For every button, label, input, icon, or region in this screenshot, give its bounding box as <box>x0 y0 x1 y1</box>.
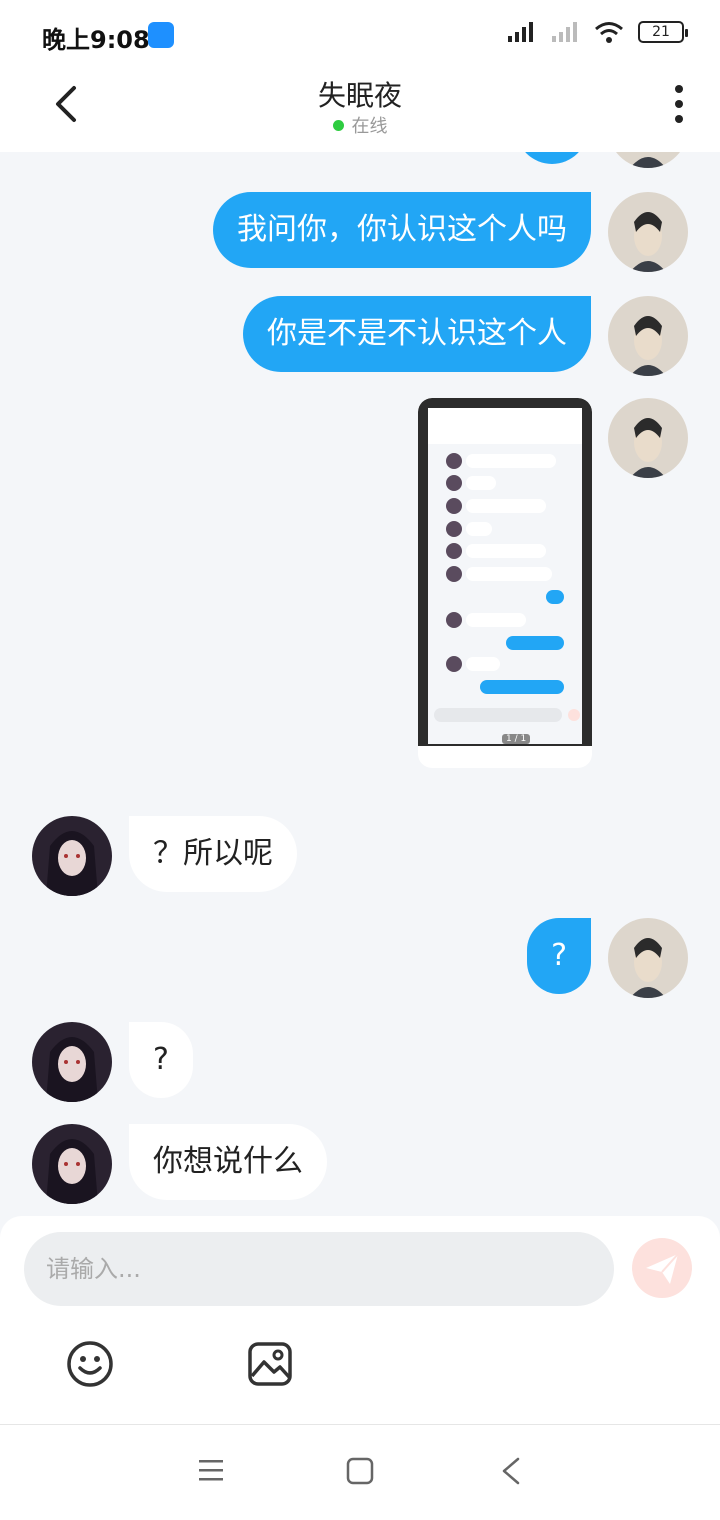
status-time: 晚上9:08 <box>42 26 150 54</box>
status-icons: 21 <box>506 20 688 44</box>
peer-avatar[interactable] <box>32 1022 112 1102</box>
online-dot <box>332 119 344 131</box>
home-icon[interactable] <box>346 1457 374 1485</box>
battery-indicator: 21 <box>638 21 688 43</box>
emoji-icon[interactable] <box>66 1340 114 1388</box>
send-button[interactable] <box>632 1238 692 1298</box>
message-bubble-me[interactable]: 我问你，你认识这个人吗 <box>213 192 591 268</box>
online-text: 在线 <box>351 116 388 137</box>
image-icon[interactable] <box>246 1340 294 1388</box>
system-nav-bar <box>0 1424 720 1520</box>
status-bar: 晚上9:08 21 <box>0 0 720 68</box>
peer-avatar[interactable] <box>32 816 112 896</box>
more-icon[interactable] <box>674 84 684 124</box>
image-page-indicator: 1 / 1 <box>502 734 531 744</box>
my-avatar[interactable] <box>608 398 688 478</box>
my-avatar[interactable] <box>608 918 688 998</box>
online-status: 在线 <box>0 112 720 138</box>
message-input[interactable] <box>24 1232 614 1306</box>
chat-header: 失眠夜 在线 <box>0 68 720 152</box>
message-bubble-partial <box>516 152 588 164</box>
signal-icon <box>508 22 533 42</box>
my-avatar[interactable] <box>608 192 688 272</box>
image-thumbnail: 1 / 1 <box>428 408 582 744</box>
app-notification-icon <box>148 22 174 48</box>
menu-icon[interactable] <box>198 1457 224 1483</box>
composer <box>0 1216 720 1424</box>
message-bubble-me[interactable]: ? <box>527 918 591 994</box>
peer-avatar[interactable] <box>32 1124 112 1204</box>
send-icon <box>646 1253 679 1284</box>
image-phone-frame: 1 / 1 <box>418 398 592 746</box>
contact-name: 失眠夜 <box>317 79 402 112</box>
wifi-icon <box>595 22 623 43</box>
message-bubble-me[interactable]: 你是不是不认识这个人 <box>243 296 591 372</box>
signal-off-icon <box>552 22 577 42</box>
message-list[interactable]: 我问你，你认识这个人吗 你是不是不认识这个人 1 / 1 ？所以呢 ? ? 你想… <box>0 152 720 1216</box>
nav-back-icon[interactable] <box>500 1457 522 1485</box>
screenshot-preview <box>428 408 582 744</box>
image-message[interactable]: 1 / 1 <box>418 398 592 768</box>
message-bubble-peer[interactable]: ? <box>129 1022 193 1098</box>
my-avatar[interactable] <box>608 152 688 168</box>
message-bubble-peer[interactable]: ？所以呢 <box>129 816 297 892</box>
message-bubble-peer[interactable]: 你想说什么 <box>129 1124 327 1200</box>
my-avatar[interactable] <box>608 296 688 376</box>
